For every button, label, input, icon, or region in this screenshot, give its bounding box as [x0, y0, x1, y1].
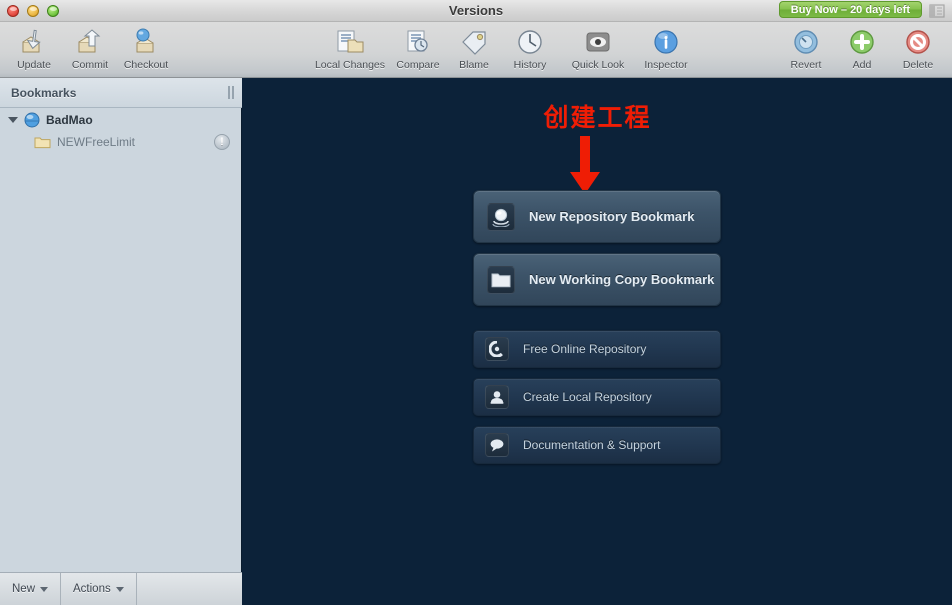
buy-now-badge[interactable]: Buy Now – 20 days left — [778, 1, 922, 18]
toolbar-button-local-changes[interactable]: Local Changes — [310, 22, 390, 71]
main-toolbar: Update Commit Checkout Local Changes Com… — [0, 22, 952, 78]
add-icon — [845, 27, 879, 57]
sidebar-item-badmao[interactable]: BadMao — [0, 109, 242, 131]
documentation-support-button[interactable]: Documentation & Support — [473, 426, 721, 464]
welcome-action-buttons: New Repository Bookmark New Working Copy… — [473, 190, 721, 474]
toolbar-button-revert[interactable]: Revert — [778, 22, 834, 71]
chevron-down-icon[interactable] — [8, 117, 18, 123]
button-group-divider — [473, 316, 721, 330]
button-label: Create Local Repository — [523, 390, 652, 404]
sidebar-footer: New Actions — [0, 572, 242, 605]
local-disk-icon — [485, 385, 509, 409]
folder-icon — [34, 134, 51, 151]
toolbar-label-compare: Compare — [396, 59, 440, 71]
toolbar-button-blame[interactable]: Blame — [446, 22, 502, 71]
toolbar-label-checkout: Checkout — [123, 59, 169, 71]
local-changes-icon — [333, 27, 367, 57]
title-bar: Versions Buy Now – 20 days left — [0, 0, 952, 22]
sidebar-header-title: Bookmarks — [11, 85, 77, 100]
quick-look-icon — [581, 27, 615, 57]
resize-grip-icon[interactable] — [228, 86, 234, 99]
actions-button[interactable]: Actions — [61, 573, 137, 605]
repository-globe-icon — [487, 202, 515, 231]
history-icon — [513, 27, 547, 57]
button-label: New Working Copy Bookmark — [529, 272, 715, 287]
status-badge[interactable]: ! — [214, 134, 230, 150]
checkout-icon — [129, 27, 163, 57]
sidebar-item-label: NEWFreeLimit — [57, 135, 136, 149]
button-label: Documentation & Support — [523, 438, 661, 452]
button-label: Free Online Repository — [523, 342, 647, 356]
toolbar-button-add[interactable]: Add — [834, 22, 890, 71]
annotation-text: 创建工程 — [543, 103, 652, 132]
toolbar-button-quick-look[interactable]: Quick Look — [558, 22, 638, 71]
bookmarks-sidebar: Bookmarks BadMao NEWFreeLimit ! New Acti… — [0, 78, 242, 605]
toolbar-label-update: Update — [17, 59, 51, 71]
delete-icon — [901, 27, 935, 57]
blame-icon — [457, 27, 491, 57]
commit-icon — [73, 27, 107, 57]
toolbar-label-inspector: Inspector — [644, 59, 688, 71]
toolbar-button-inspector[interactable]: Inspector — [638, 22, 694, 71]
toolbar-label-revert: Revert — [790, 59, 822, 71]
toolbar-label-add: Add — [852, 59, 872, 71]
down-arrow-annotation — [564, 136, 606, 196]
button-label: New Repository Bookmark — [529, 209, 695, 224]
beanstalk-icon — [485, 337, 509, 361]
toolbar-label-commit: Commit — [71, 59, 109, 71]
actions-button-label: Actions — [73, 583, 111, 595]
compare-icon — [401, 27, 435, 57]
toolbar-label-delete: Delete — [902, 59, 934, 71]
sidebar-item-label: BadMao — [46, 113, 93, 127]
toolbar-label-quick-look: Quick Look — [571, 59, 625, 71]
new-repository-bookmark-button[interactable]: New Repository Bookmark — [473, 190, 721, 243]
toolbar-group-right: Revert Add Delete — [778, 22, 946, 78]
toolbar-button-delete[interactable]: Delete — [890, 22, 946, 71]
versions-app-window: Versions Buy Now – 20 days left Update C… — [0, 0, 952, 605]
new-working-copy-bookmark-button[interactable]: New Working Copy Bookmark — [473, 253, 721, 306]
chevron-down-icon — [115, 586, 124, 592]
toolbar-button-history[interactable]: History — [502, 22, 558, 71]
speech-bubble-icon — [485, 433, 509, 457]
revert-icon — [789, 27, 823, 57]
chevron-down-icon — [40, 586, 49, 592]
bookmarks-list: BadMao NEWFreeLimit ! — [0, 109, 242, 572]
sidebar-header: Bookmarks — [0, 78, 242, 108]
toolbar-button-commit[interactable]: Commit — [62, 22, 118, 71]
new-button[interactable]: New — [0, 573, 62, 605]
toolbar-button-checkout[interactable]: Checkout — [118, 22, 174, 71]
welcome-content-area: 创建工程 New Repository Bookmark New Working… — [243, 78, 952, 605]
create-local-repository-button[interactable]: Create Local Repository — [473, 378, 721, 416]
repository-globe-icon — [23, 112, 40, 129]
toolbar-group-left: Update Commit Checkout — [6, 22, 174, 78]
toolbar-label-history: History — [513, 59, 547, 71]
toolbar-group-center: Local Changes Compare Blame History Quic… — [310, 22, 694, 78]
sidebar-item-newfreelimit[interactable]: NEWFreeLimit ! — [0, 131, 242, 153]
free-online-repository-button[interactable]: Free Online Repository — [473, 330, 721, 368]
folder-icon — [487, 265, 515, 294]
update-icon — [17, 27, 51, 57]
inspector-icon — [649, 27, 683, 57]
toolbar-toggle-icon[interactable] — [928, 3, 946, 19]
toolbar-button-update[interactable]: Update — [6, 22, 62, 71]
new-button-label: New — [12, 583, 36, 595]
toolbar-label-local-changes: Local Changes — [314, 59, 386, 71]
toolbar-label-blame: Blame — [459, 59, 489, 71]
toolbar-button-compare[interactable]: Compare — [390, 22, 446, 71]
